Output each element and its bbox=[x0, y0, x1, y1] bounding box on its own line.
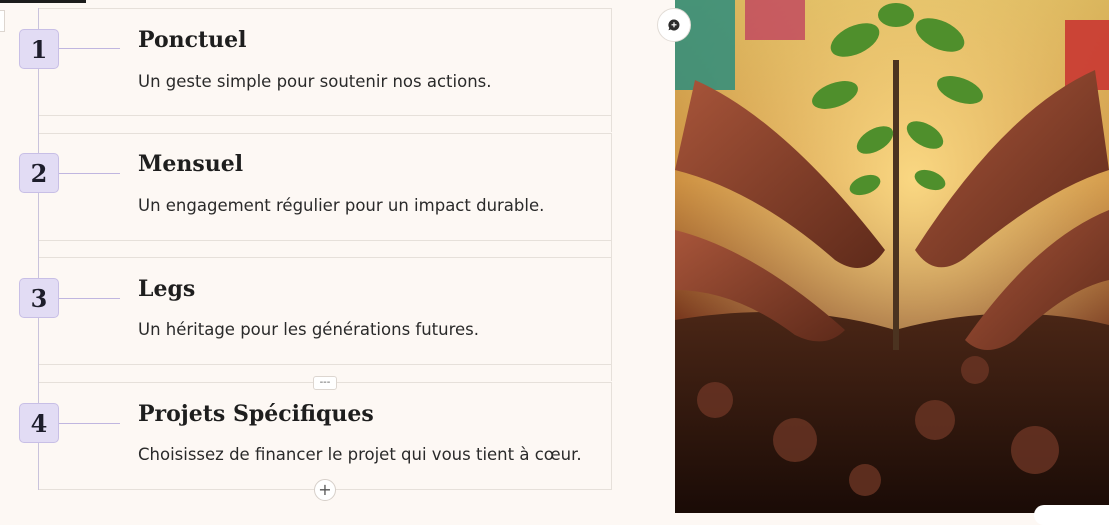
step-description: Un engagement régulier pour un impact du… bbox=[138, 196, 545, 215]
plus-icon: + bbox=[318, 480, 332, 499]
step-connector bbox=[59, 48, 120, 49]
add-block-button[interactable]: + bbox=[314, 479, 336, 501]
step-title: Projets Spécifiques bbox=[138, 401, 374, 427]
step-number-badge: 3 bbox=[19, 278, 59, 318]
step-card-legs[interactable] bbox=[39, 257, 612, 365]
step-connector bbox=[59, 173, 120, 174]
step-number-badge: 2 bbox=[19, 153, 59, 193]
step-separator bbox=[39, 241, 612, 257]
step-connector bbox=[59, 298, 120, 299]
comment-add-icon bbox=[668, 19, 680, 31]
step-separator bbox=[39, 116, 612, 132]
step-number-badge: 1 bbox=[19, 29, 59, 69]
section-divider-button[interactable]: --- bbox=[313, 376, 337, 390]
photo-illustration bbox=[675, 0, 1109, 513]
step-title: Ponctuel bbox=[138, 27, 247, 53]
step-description: Un geste simple pour soutenir nos action… bbox=[138, 72, 492, 91]
step-description: Un héritage pour les générations futures… bbox=[138, 320, 480, 339]
donation-timeline: 1 Ponctuel Un geste simple pour soutenir… bbox=[0, 0, 675, 513]
step-title: Legs bbox=[138, 276, 196, 302]
step-title: Mensuel bbox=[138, 151, 244, 177]
hands-planting-tree-photo bbox=[675, 0, 1109, 513]
step-card-mensuel[interactable] bbox=[39, 133, 612, 241]
step-card-ponctuel[interactable] bbox=[39, 8, 612, 116]
add-comment-button[interactable] bbox=[657, 8, 691, 42]
step-description: Choisissez de financer le projet qui vou… bbox=[138, 445, 582, 464]
step-number-badge: 4 bbox=[19, 403, 59, 443]
step-connector bbox=[59, 423, 120, 424]
floating-action-pill[interactable] bbox=[1034, 505, 1109, 525]
step-card-projets-specifiques[interactable] bbox=[39, 382, 612, 490]
